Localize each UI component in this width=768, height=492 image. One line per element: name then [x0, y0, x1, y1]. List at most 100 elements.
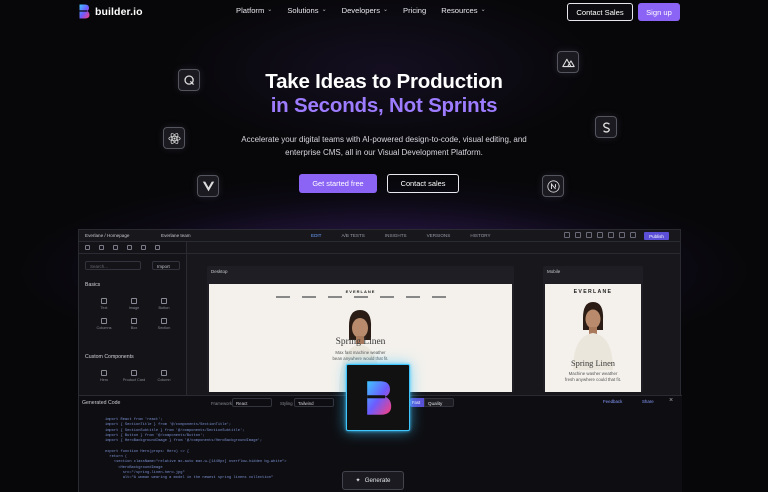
styling-select[interactable]: Tailwind — [294, 398, 334, 407]
basics-section-title[interactable]: Basics — [85, 282, 100, 288]
layers-icon[interactable] — [85, 245, 90, 250]
component-label: Product Card — [122, 378, 146, 382]
code-line: alt="A woman wearing a model in the newe… — [105, 476, 274, 481]
qwik-icon — [178, 69, 200, 91]
block-label: Box — [130, 326, 138, 330]
team-label[interactable]: Everlane team — [161, 233, 191, 238]
copy-icon[interactable] — [586, 232, 592, 238]
component-hero[interactable]: Hero — [89, 370, 119, 382]
brand-logo[interactable]: builder.io — [78, 4, 143, 19]
builder-logo-icon — [79, 4, 90, 19]
redo-icon[interactable] — [575, 232, 581, 238]
top-nav: builder.io Platform ⌄ Solutions ⌄ Develope… — [0, 0, 768, 24]
settings-icon[interactable] — [619, 232, 625, 238]
undo-icon[interactable] — [564, 232, 570, 238]
share-link[interactable]: Share — [642, 399, 654, 404]
tab-versions[interactable]: VERSIONS — [427, 233, 451, 238]
nav-developers[interactable]: Developers ⌄ — [342, 6, 388, 15]
nav-solutions-label: Solutions — [287, 6, 319, 15]
get-started-button[interactable]: Get started free — [299, 174, 377, 193]
nav-developers-label: Developers — [341, 6, 381, 15]
site-logo: EVERLANE — [345, 289, 376, 294]
info-icon[interactable] — [608, 232, 614, 238]
site-subtext: Max fast machine weather bean anywhere w… — [332, 350, 389, 361]
hero-component-icon — [101, 370, 107, 376]
basics-grid: Text Image Button Columns Box Section — [89, 298, 179, 330]
custom-grid: Hero Product Card Column — [89, 370, 179, 382]
site-menu — [209, 296, 512, 298]
nav-resources-label: Resources — [441, 6, 478, 15]
mobile-site-subtext: Machine washer weather fresh anywhere co… — [564, 371, 622, 382]
block-label: Button — [158, 306, 170, 310]
tab-history[interactable]: HISTORY — [470, 233, 490, 238]
editor-tabs: EDIT A/B TESTS INSIGHTS VERSIONS HISTORY — [311, 233, 491, 238]
insert-icon[interactable] — [99, 245, 104, 250]
nav-links: Platform ⌄ Solutions ⌄ Developers ⌄ Pricing… — [236, 6, 486, 15]
tab-edit[interactable]: EDIT — [311, 233, 321, 238]
component-search-input[interactable]: Search... — [85, 261, 141, 270]
framework-select[interactable]: React — [232, 398, 272, 407]
mobile-site[interactable]: EVERLANE Spring Linen Machine washer wea… — [545, 284, 641, 392]
feedback-link[interactable]: Feedback — [603, 399, 622, 404]
animations-icon[interactable] — [155, 245, 160, 250]
styling-label: Styling — [280, 401, 293, 406]
options-icon[interactable] — [141, 245, 146, 250]
block-text[interactable]: Text — [89, 298, 119, 310]
contact-sales-button[interactable]: Contact Sales — [567, 3, 633, 21]
code-icon[interactable] — [597, 232, 603, 238]
block-label: Text — [100, 306, 108, 310]
text-icon — [101, 298, 107, 304]
nav-solutions[interactable]: Solutions ⌄ — [287, 6, 326, 15]
mode-quality-toggle[interactable]: Quality — [424, 398, 454, 407]
close-icon[interactable]: × — [669, 397, 673, 404]
block-label: Columns — [96, 326, 112, 330]
image-icon — [131, 298, 137, 304]
data-icon[interactable] — [127, 245, 132, 250]
chevron-down-icon: ⌄ — [383, 7, 389, 13]
component-column[interactable]: Column — [149, 370, 179, 382]
nuxt-icon — [557, 51, 579, 73]
canvas-toolbar — [187, 242, 680, 254]
mobile-label: Mobile — [547, 269, 561, 274]
nav-platform-label: Platform — [236, 6, 265, 15]
component-product-card[interactable]: Product Card — [119, 370, 149, 382]
block-section[interactable]: Section — [149, 318, 179, 330]
custom-components-title[interactable]: Custom Components — [85, 354, 134, 360]
column-icon — [161, 370, 167, 376]
nextjs-icon — [542, 175, 564, 197]
mobile-site-headline: Spring Linen — [571, 359, 615, 368]
code-block: import React from 'react'; import { Secti… — [105, 418, 286, 482]
generate-button[interactable]: ✦ Generate — [342, 471, 404, 490]
chevron-down-icon: ⌄ — [321, 7, 327, 13]
nav-pricing-label: Pricing — [403, 6, 427, 15]
mode-fast-toggle[interactable]: Fast — [410, 398, 424, 407]
chevron-down-icon: ⌄ — [480, 7, 486, 13]
code-line: import { HeroBackgroundImage } from '@/c… — [105, 439, 263, 444]
mobile-site-logo: EVERLANE — [573, 289, 613, 295]
contact-sales-hero-button[interactable]: Contact sales — [387, 174, 459, 193]
import-button[interactable]: Import — [152, 261, 180, 270]
react-icon — [163, 127, 185, 149]
publish-button[interactable]: Publish — [644, 232, 669, 240]
toolbar-icons — [564, 232, 636, 238]
section-icon — [161, 318, 167, 324]
style-icon[interactable] — [113, 245, 118, 250]
block-image[interactable]: Image — [119, 298, 149, 310]
block-button[interactable]: Button — [149, 298, 179, 310]
sign-up-button[interactable]: Sign up — [638, 3, 680, 21]
nav-resources[interactable]: Resources ⌄ — [441, 6, 485, 15]
block-columns[interactable]: Columns — [89, 318, 119, 330]
tab-insights[interactable]: INSIGHTS — [385, 233, 407, 238]
builder-logo-large-icon — [367, 380, 392, 415]
generate-label: Generate — [364, 477, 391, 484]
panel-tab-icons — [79, 242, 186, 254]
tab-ab-tests[interactable]: A/B TESTS — [341, 233, 364, 238]
breadcrumb[interactable]: Everlane / Homepage — [85, 233, 129, 238]
columns-icon — [101, 318, 107, 324]
nav-platform[interactable]: Platform ⌄ — [236, 6, 272, 15]
vue-icon — [197, 175, 219, 197]
preview-icon[interactable] — [630, 232, 636, 238]
nav-pricing[interactable]: Pricing — [403, 6, 426, 15]
block-box[interactable]: Box — [119, 318, 149, 330]
builder-center-logo — [346, 364, 410, 431]
